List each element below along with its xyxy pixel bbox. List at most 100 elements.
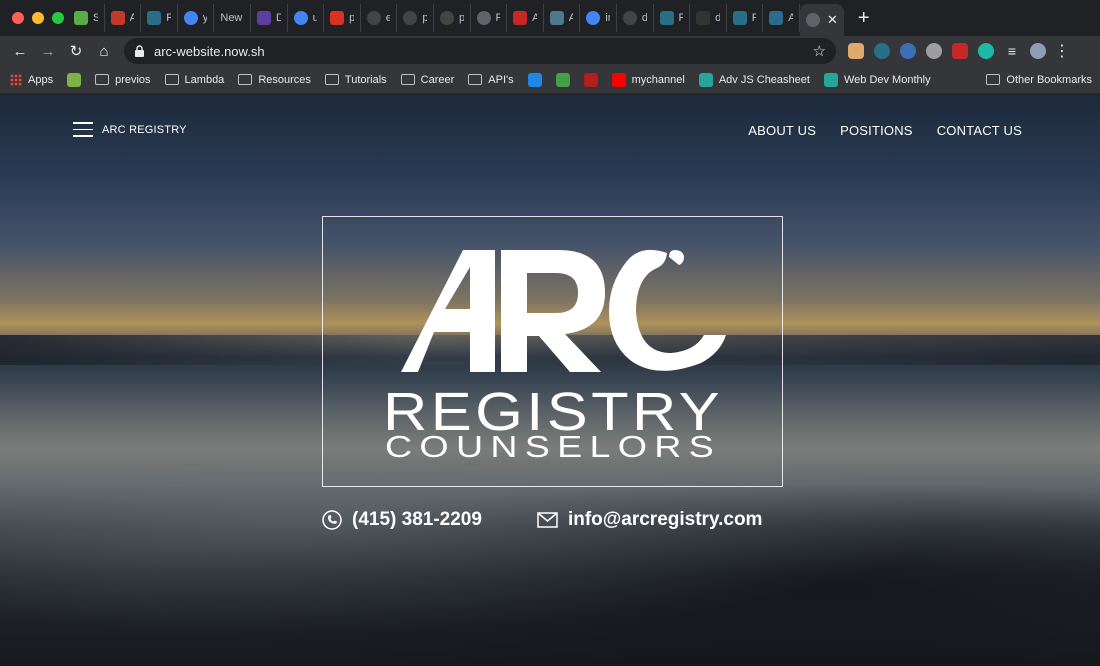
bookmark-favicon-icon	[555, 72, 570, 87]
tab[interactable]: Pu	[471, 4, 508, 32]
window-controls	[0, 12, 68, 24]
phone-link[interactable]: (415) 381-2209	[322, 509, 482, 531]
extension-circle-icon[interactable]	[900, 43, 916, 59]
google-icon	[293, 11, 308, 25]
browser-menu-icon[interactable]: ⋮	[1054, 41, 1070, 61]
react-icon	[147, 11, 162, 25]
bookmark-label: Career	[420, 73, 455, 86]
github-icon	[622, 11, 637, 25]
bookmark-label: Resources	[258, 73, 311, 86]
bookmark-item[interactable]: Career	[400, 73, 455, 86]
tab[interactable]: As	[763, 4, 800, 32]
tab[interactable]: de	[617, 4, 654, 32]
email-address: info@arcregistry.com	[567, 509, 763, 530]
nav-contact-us[interactable]: CONTACT US	[937, 123, 1022, 138]
globe-icon	[476, 11, 491, 25]
bookmark-item[interactable]	[67, 72, 82, 87]
bookmark-item[interactable]: mychannel	[611, 72, 685, 87]
github-icon	[366, 11, 381, 25]
nav-about-us[interactable]: ABOUT US	[748, 123, 816, 138]
back-icon[interactable]: ←	[6, 43, 34, 60]
nav-positions[interactable]: POSITIONS	[840, 123, 913, 138]
tab[interactable]: A	[507, 4, 544, 32]
pdf-icon	[330, 11, 345, 25]
tab[interactable]: de	[690, 4, 727, 32]
bookmark-favicon-icon	[698, 72, 713, 87]
tab-label: un	[313, 12, 318, 24]
react-icon	[659, 11, 674, 25]
browser-toolbar: ← → ↻ ⌂ arc-website.now.sh ☆ ≡ ⋮	[0, 36, 1100, 66]
avatar[interactable]	[1030, 43, 1046, 59]
hamburger-menu-icon[interactable]	[73, 122, 93, 137]
new-tab-button[interactable]: +	[858, 8, 870, 28]
bookmark-item[interactable]: Web Dev Monthly	[823, 72, 931, 87]
star-badge-icon	[513, 11, 528, 25]
google-icon	[183, 11, 198, 25]
close-tab-icon[interactable]: ✕	[827, 12, 838, 28]
bookmark-label: Adv JS Cheasheet	[718, 73, 810, 86]
address-bar[interactable]: arc-website.now.sh ☆	[124, 38, 836, 64]
email-link[interactable]: info@arcregistry.com	[537, 509, 763, 531]
extension-cloud-icon[interactable]	[926, 43, 942, 59]
maximize-window-button[interactable]	[52, 12, 64, 24]
trello-icon	[74, 11, 88, 25]
bookmark-star-icon[interactable]: ☆	[813, 42, 826, 60]
minimize-window-button[interactable]	[32, 12, 44, 24]
tab-label: As	[788, 12, 793, 24]
tab[interactable]: im	[580, 4, 617, 32]
tab[interactable]: pu	[397, 4, 434, 32]
react-devtools-icon[interactable]	[874, 43, 890, 59]
bookmark-item[interactable]: Apps	[10, 73, 53, 86]
tab[interactable]: ya	[178, 4, 215, 32]
globe-icon	[805, 13, 820, 27]
bookmark-favicon-icon	[527, 72, 542, 87]
brand-name[interactable]: ARC REGISTRY	[102, 124, 187, 136]
tab[interactable]: Re	[727, 4, 764, 32]
browser-tabstrip: Sc Ad Re ya New T De un pu ex pu pu Pu A All im de Re de R…	[0, 0, 1100, 36]
extension-face-icon[interactable]	[848, 43, 864, 59]
bookmark-item[interactable]: API's	[468, 74, 514, 86]
bookmark-item[interactable]	[555, 72, 570, 87]
media-queue-icon[interactable]: ≡	[1004, 43, 1020, 59]
lock-icon	[135, 45, 144, 57]
bookmark-item[interactable]: Lambda	[164, 74, 224, 86]
contact-info: (415) 381-2209 info@arcregistry.com	[322, 509, 762, 531]
mail-icon	[537, 512, 558, 528]
tab[interactable]: Re	[141, 4, 178, 32]
tab[interactable]: pu	[324, 4, 361, 32]
other-bookmarks[interactable]: Other Bookmarks	[986, 74, 1092, 86]
bookmark-item[interactable]: Resources	[238, 74, 311, 86]
tab[interactable]: ex	[361, 4, 398, 32]
tab[interactable]: un	[288, 4, 325, 32]
reload-icon[interactable]: ↻	[62, 42, 90, 60]
tab-label: Sc	[93, 12, 98, 24]
forward-icon[interactable]: →	[34, 43, 62, 60]
react-icon	[732, 11, 747, 25]
tab-active[interactable]: ✕	[799, 4, 844, 36]
bookmark-item[interactable]: Tutorials	[324, 74, 387, 86]
tab[interactable]: pu	[434, 4, 471, 32]
tab-label: pu	[459, 12, 464, 24]
github-icon	[403, 11, 418, 25]
extension-m-icon[interactable]	[978, 43, 994, 59]
bookmark-item[interactable]: previos	[95, 73, 151, 86]
tab[interactable]: New T	[214, 4, 251, 32]
bookmark-label: previos	[115, 73, 151, 86]
ublock-icon[interactable]	[952, 43, 968, 59]
tab-label: ex	[386, 12, 391, 24]
bookmark-item[interactable]: Adv JS Cheasheet	[698, 72, 810, 87]
tab[interactable]: Sc	[68, 4, 105, 32]
tab[interactable]: All	[544, 4, 581, 32]
bookmarks-bar: Apps previos Lambda Resources Tutorials Caree…	[0, 66, 1100, 94]
tab[interactable]: Re	[654, 4, 691, 32]
tab[interactable]: Ad	[105, 4, 142, 32]
home-icon[interactable]: ⌂	[90, 43, 118, 60]
close-window-button[interactable]	[12, 12, 24, 24]
bookmark-item[interactable]	[527, 72, 542, 87]
bookmark-favicon-icon	[583, 72, 598, 87]
tab-label: Re	[679, 12, 684, 24]
tab[interactable]: De	[251, 4, 288, 32]
bookmark-item[interactable]	[583, 72, 598, 87]
tab-list: Sc Ad Re ya New T De un pu ex pu pu Pu A All im de Re de R…	[68, 0, 800, 36]
triangle-icon	[696, 11, 711, 25]
